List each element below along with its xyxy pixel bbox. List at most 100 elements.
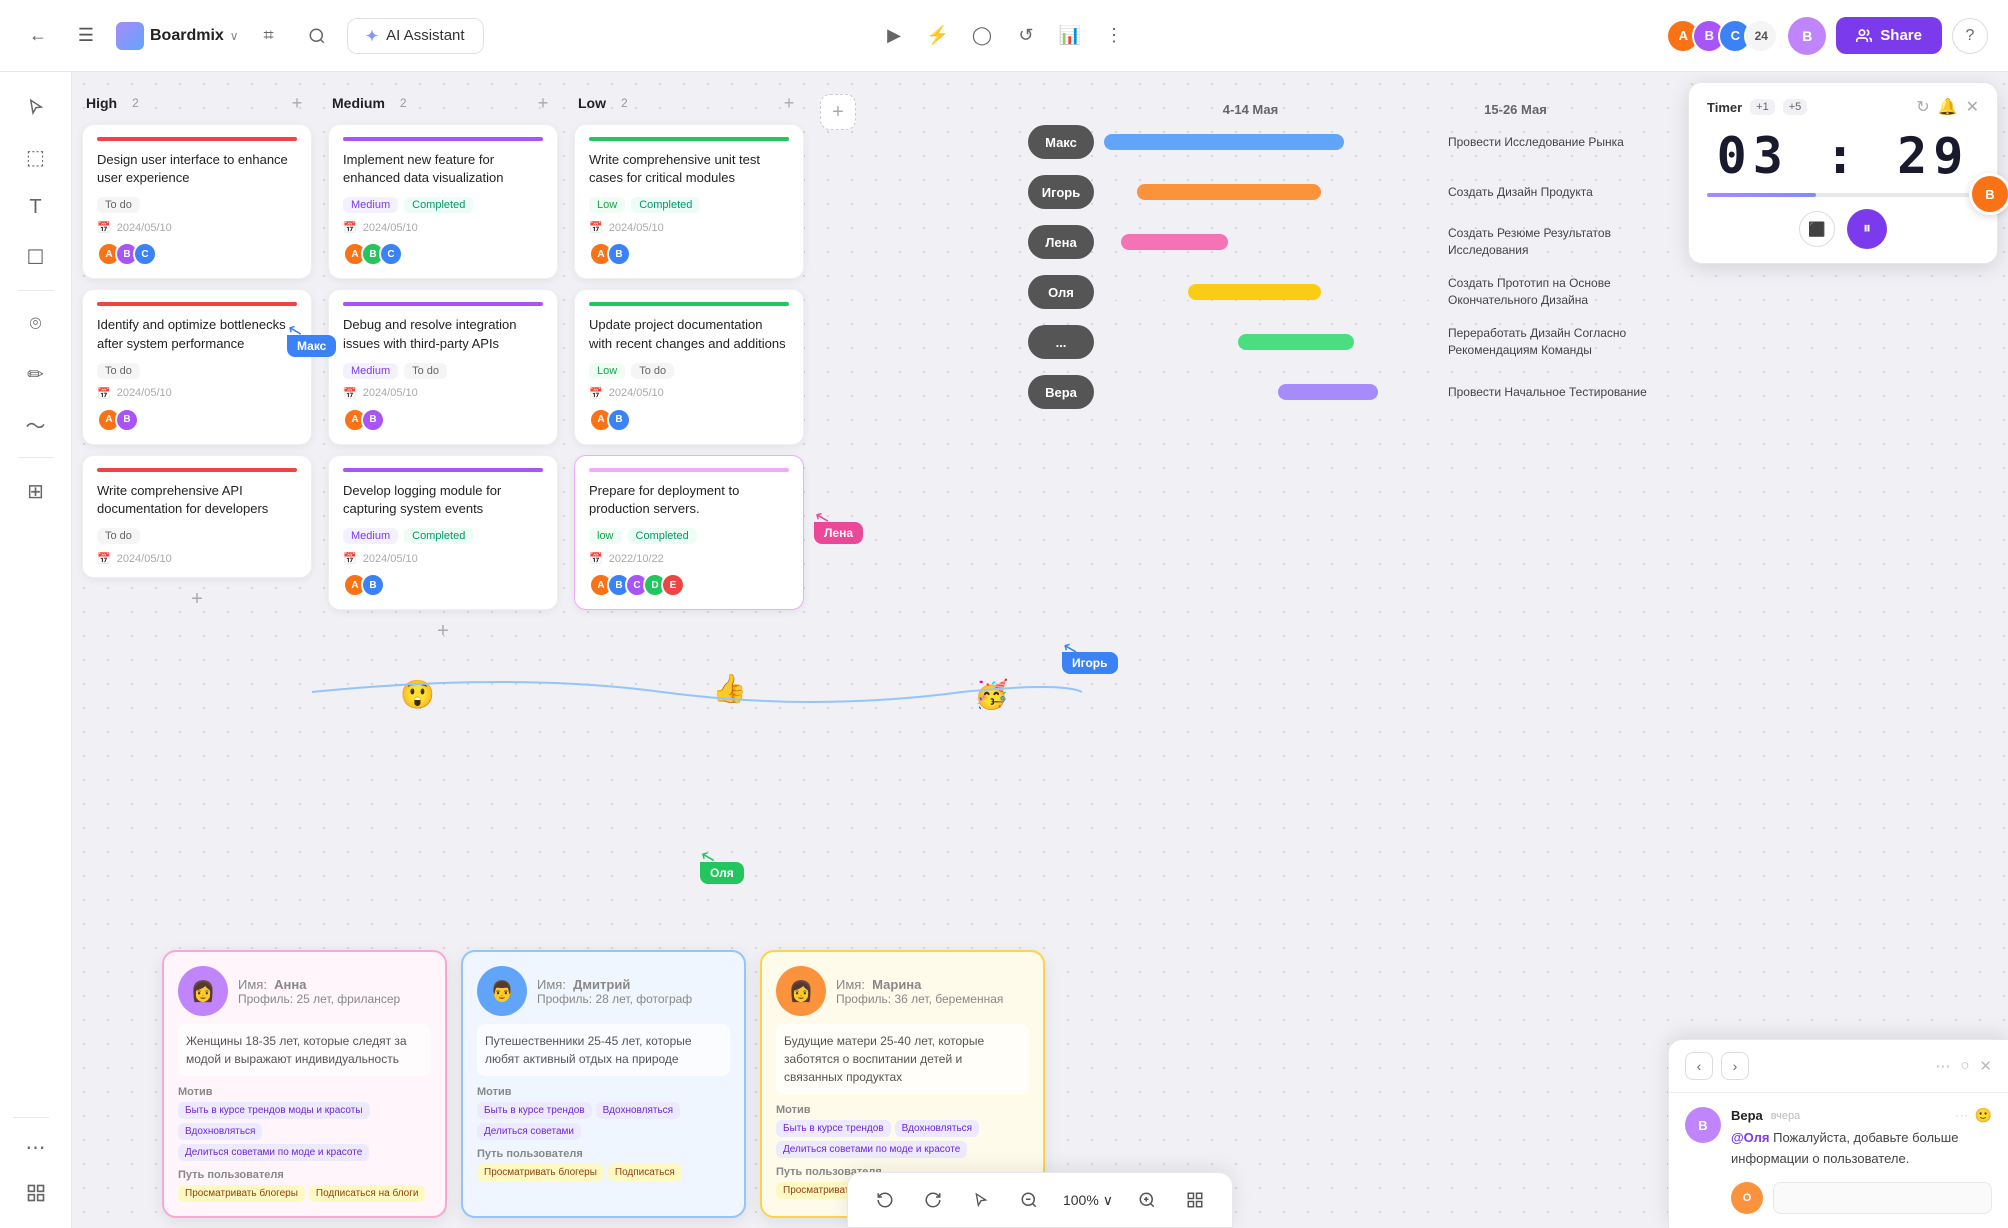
sidebar-shape-tool[interactable]: ☐ xyxy=(13,234,59,280)
sidebar-circle-tool[interactable]: ⌾ xyxy=(13,301,59,347)
brand[interactable]: Boardmix ∨ xyxy=(116,22,239,50)
more-button[interactable]: ⋮ xyxy=(1096,18,1132,54)
chart-button[interactable]: 📊 xyxy=(1052,18,1088,54)
comment-time: вчера xyxy=(1771,1110,1800,1122)
col-add-medium[interactable]: + xyxy=(532,92,554,114)
comment-next-button[interactable]: › xyxy=(1721,1052,1749,1080)
sidebar-frame-tool[interactable]: ⬚ xyxy=(13,134,59,180)
card-tags: Low To do xyxy=(589,363,789,379)
comment-more-icon[interactable]: ⋯ xyxy=(1935,1057,1950,1075)
card-medium-2[interactable]: Debug and resolve integration issues wit… xyxy=(328,289,558,444)
card-avatar: B xyxy=(607,242,631,266)
sidebar-component-tool[interactable]: ⊞ xyxy=(13,468,59,514)
persona-avatar-dmitry: 👨 xyxy=(477,966,527,1016)
fit-view-button[interactable] xyxy=(1178,1183,1212,1217)
card-meta: 📅 2024/05/10 xyxy=(97,552,297,565)
timer-refresh-icon[interactable]: ↻ xyxy=(1916,97,1929,117)
persona-desc-anna: Женщины 18-35 лет, которые следят за мод… xyxy=(178,1024,431,1076)
cursor-tool-bottom[interactable] xyxy=(964,1183,998,1217)
sidebar-text-tool[interactable]: T xyxy=(13,184,59,230)
col-count-low: 2 xyxy=(614,95,635,111)
comment-edit-icon[interactable]: ⋯ xyxy=(1955,1107,1969,1124)
card-medium-3[interactable]: Develop logging module for capturing sys… xyxy=(328,455,558,610)
gantt-label-4: Оля xyxy=(1028,275,1094,309)
priority-bar xyxy=(589,302,789,306)
add-card-button[interactable]: + xyxy=(191,588,203,610)
gantt-bar-area-2 xyxy=(1104,184,1438,200)
add-col-button[interactable]: + xyxy=(820,94,856,130)
tag-todo: To do xyxy=(404,363,447,379)
tag-completed: Completed xyxy=(631,197,700,213)
card-low-2[interactable]: Update project documentation with recent… xyxy=(574,289,804,444)
date-icon: 📅 xyxy=(343,221,357,234)
timer-close-icon[interactable]: ✕ xyxy=(1966,97,1979,117)
add-card-button-medium[interactable]: + xyxy=(437,620,449,642)
comment-button[interactable]: ◯ xyxy=(964,18,1000,54)
card-high-3[interactable]: Write comprehensive API documentation fo… xyxy=(82,455,312,578)
back-button[interactable]: ← xyxy=(20,18,56,54)
card-meta: 📅 2024/05/10 xyxy=(343,387,543,400)
sidebar-grid-tool[interactable]: ⋯ xyxy=(13,1124,59,1170)
menu-button[interactable]: ☰ xyxy=(68,18,104,54)
undo-button[interactable] xyxy=(868,1183,902,1217)
search-button[interactable] xyxy=(299,18,335,54)
comment-close-icon[interactable]: ✕ xyxy=(1979,1057,1992,1075)
sidebar-template-tool[interactable] xyxy=(13,1170,59,1216)
timer-title: Timer xyxy=(1707,100,1742,115)
zoom-out-button[interactable] xyxy=(1012,1183,1046,1217)
card-meta: 📅 2024/05/10 xyxy=(589,221,789,234)
comment-check-icon[interactable]: ○ xyxy=(1960,1057,1969,1075)
zoom-level[interactable]: 100% ∨ xyxy=(1060,1192,1116,1209)
comment-prev-button[interactable]: ‹ xyxy=(1685,1052,1713,1080)
sidebar-pen-tool[interactable]: ✏ xyxy=(13,351,59,397)
card-high-2[interactable]: Identify and optimize bottlenecks after … xyxy=(82,289,312,444)
persona-connector-svg xyxy=(162,662,1082,712)
comment-name-row: Вера вчера ⋯ 🙂 xyxy=(1731,1107,1992,1124)
col-add-high[interactable]: + xyxy=(286,92,308,114)
present-button[interactable]: ⚡ xyxy=(920,18,956,54)
priority-bar xyxy=(589,137,789,141)
timer-pause-button[interactable]: ⏸ xyxy=(1847,209,1887,249)
topbar-center-tools: ▶ ⚡ ◯ ↺ 📊 ⋮ xyxy=(876,18,1132,54)
add-column-btn[interactable]: + xyxy=(820,92,856,643)
ai-assistant-button[interactable]: ✦ AI Assistant xyxy=(347,18,484,54)
timer-stop-button[interactable]: ⬛ xyxy=(1799,211,1835,247)
share-button[interactable]: Share xyxy=(1836,17,1942,54)
comment-text: @Оля Пожалуйста, добавьте больше информа… xyxy=(1731,1128,1992,1170)
persona-profile-dmitry: Профиль: 28 лет, фотограф xyxy=(537,992,692,1006)
ai-assistant-label: AI Assistant xyxy=(386,27,464,44)
help-button[interactable]: ? xyxy=(1952,18,1988,54)
timer-controls: ⬛ ⏸ xyxy=(1707,209,1979,249)
gantt-bar-1 xyxy=(1104,134,1344,150)
sidebar-curve-tool[interactable]: 〜 xyxy=(13,401,59,447)
current-user-avatar[interactable]: В xyxy=(1788,17,1826,55)
comment-emoji-icon[interactable]: 🙂 xyxy=(1975,1107,1992,1124)
redo-button[interactable] xyxy=(916,1183,950,1217)
col-add-low[interactable]: + xyxy=(778,92,800,114)
card-tags: To do xyxy=(97,363,297,379)
card-meta: 📅 2024/05/10 xyxy=(97,221,297,234)
history-button[interactable]: ↺ xyxy=(1008,18,1044,54)
comment-inline-actions: ⋯ 🙂 xyxy=(1955,1107,1992,1124)
card-date: 2024/05/10 xyxy=(117,222,172,234)
col-bottom-add-medium: + xyxy=(328,620,558,643)
gantt-label-3: Лена xyxy=(1028,225,1094,259)
card-medium-1[interactable]: Implement new feature for enhanced data … xyxy=(328,124,558,279)
persona-desc-dmitry: Путешественники 25-45 лет, которые любят… xyxy=(477,1024,730,1076)
card-low-1[interactable]: Write comprehensive unit test cases for … xyxy=(574,124,804,279)
play-button[interactable]: ▶ xyxy=(876,18,912,54)
persona-motive-label-anna: Мотив xyxy=(178,1086,431,1098)
card-high-1[interactable]: Design user interface to enhance user ex… xyxy=(82,124,312,279)
kanban-board: High 2 + Design user interface to enhanc… xyxy=(82,92,856,643)
comment-reply-input[interactable] xyxy=(1773,1182,1992,1214)
canvas-area[interactable]: High 2 + Design user interface to enhanc… xyxy=(72,72,2008,1228)
persona-profile-marina: Профиль: 36 лет, беременная xyxy=(836,992,1003,1006)
card-low-3[interactable]: Prepare for deployment to production ser… xyxy=(574,455,804,610)
timer-volume-icon[interactable]: 🔔 xyxy=(1938,97,1958,117)
comment-mention: @Оля xyxy=(1731,1130,1769,1145)
sidebar-cursor-tool[interactable] xyxy=(13,84,59,130)
zoom-in-button[interactable] xyxy=(1130,1183,1164,1217)
timer-panel: Timer +1 +5 ↻ 🔔 ✕ 03 : 29 ⬛ ⏸ В xyxy=(1688,82,1998,264)
tag-button[interactable]: ⌗ xyxy=(251,18,287,54)
card-tags: To do xyxy=(97,528,297,544)
